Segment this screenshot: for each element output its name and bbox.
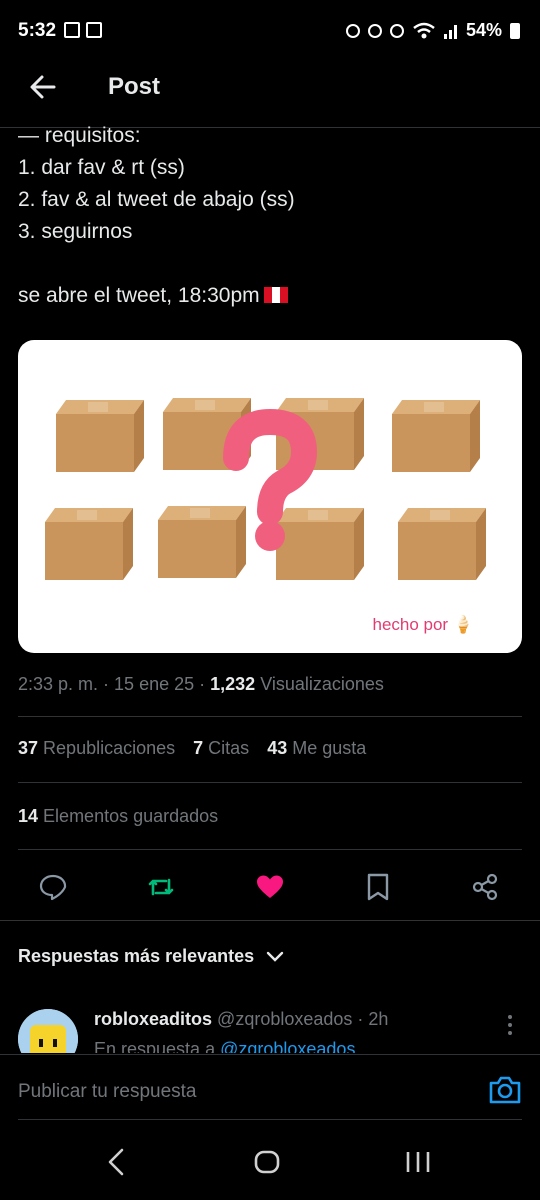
- reply-age: · 2h: [357, 1009, 389, 1029]
- reposts-stat[interactable]: 37 Republicaciones: [18, 738, 175, 759]
- page-title: Post: [108, 73, 161, 100]
- reply-item[interactable]: robloxeaditos @zqrobloxeados · 2h En res…: [18, 1005, 522, 1053]
- share-icon[interactable]: [470, 872, 500, 902]
- wifi-icon: [413, 22, 435, 38]
- replies-sort-dropdown[interactable]: Respuestas más relevantes: [18, 946, 284, 967]
- replies-sort-label: Respuestas más relevantes: [18, 946, 255, 966]
- divider: [0, 920, 540, 921]
- chevron-down-icon: [266, 951, 284, 962]
- notification-icons: [64, 22, 102, 38]
- tweet-media-image[interactable]: hecho por 🍦: [18, 340, 522, 653]
- bookmark-icon[interactable]: [363, 872, 393, 902]
- status-time: 5:32: [18, 20, 57, 41]
- system-icons: 54%: [345, 20, 520, 41]
- views-label[interactable]: Visualizaciones: [260, 674, 384, 694]
- views-count: 1,232: [210, 674, 256, 694]
- top-bar: Post: [0, 60, 540, 128]
- reply-author-name[interactable]: robloxeaditos: [94, 1009, 212, 1029]
- battery-percent: 54%: [465, 20, 502, 40]
- status-bar: 5:32 54%: [0, 0, 540, 60]
- peru-flag-icon: [263, 287, 288, 303]
- reply-icon[interactable]: [38, 872, 68, 902]
- nav-home-icon[interactable]: [254, 1148, 280, 1176]
- back-arrow-icon[interactable]: [28, 72, 58, 102]
- divider: [18, 716, 522, 717]
- tweet-body: — requisitos: 1. dar fav & rt (ss) 2. fa…: [18, 124, 295, 307]
- in-reply-to: En respuesta a @zqrobloxeados: [94, 1039, 355, 1053]
- likes-stat[interactable]: 43 Me gusta: [267, 738, 366, 759]
- quotes-stat[interactable]: 7 Citas: [193, 738, 249, 759]
- reply-author-handle[interactable]: @zqrobloxeados: [217, 1009, 352, 1029]
- bookmarks-stat[interactable]: 14 Elementos guardados: [18, 806, 218, 827]
- repost-icon[interactable]: [146, 872, 176, 902]
- divider: [18, 782, 522, 783]
- reply-input[interactable]: Publicar tu respuesta: [18, 1081, 197, 1103]
- roblox-head-avatar-icon: [18, 1009, 78, 1053]
- in-reply-prefix: En respuesta a: [94, 1039, 216, 1053]
- nav-back-icon[interactable]: [106, 1148, 126, 1176]
- reply-composer: Publicar tu respuesta: [0, 1054, 540, 1121]
- tweet-date: 15 ene 25: [114, 674, 195, 694]
- signal-icon: [443, 24, 457, 39]
- tweet-meta: 2:33 p. m. · 15 ene 25 · 1,232 Visualiza…: [18, 674, 384, 694]
- mute-icon: [389, 23, 404, 38]
- media-caption: hecho por 🍦: [372, 615, 474, 634]
- divider: [18, 849, 522, 850]
- gallery-notification-icon: [64, 22, 80, 38]
- in-reply-handle-link[interactable]: @zqrobloxeados: [220, 1039, 355, 1053]
- avatar[interactable]: [18, 1009, 78, 1053]
- like-heart-icon[interactable]: [255, 872, 285, 902]
- check-notification-icon: [86, 22, 102, 38]
- camera-icon[interactable]: [488, 1075, 522, 1105]
- lock-icon: [345, 23, 360, 38]
- boxes-illustration: [45, 398, 486, 580]
- reply-author: robloxeaditos @zqrobloxeados · 2h: [94, 1009, 388, 1030]
- alarm-icon: [367, 23, 382, 38]
- tweet-time: 2:33 p. m.: [18, 674, 99, 694]
- nav-recents-icon[interactable]: [405, 1148, 431, 1176]
- more-options-icon[interactable]: [508, 1015, 512, 1035]
- action-bar: [0, 862, 540, 910]
- tweet-text: — requisitos: 1. dar fav & rt (ss) 2. fa…: [18, 120, 528, 312]
- battery-icon: [510, 22, 520, 39]
- system-nav-bar: [0, 1120, 540, 1200]
- engagement-stats: 37 Republicaciones 7 Citas 43 Me gusta: [18, 738, 366, 759]
